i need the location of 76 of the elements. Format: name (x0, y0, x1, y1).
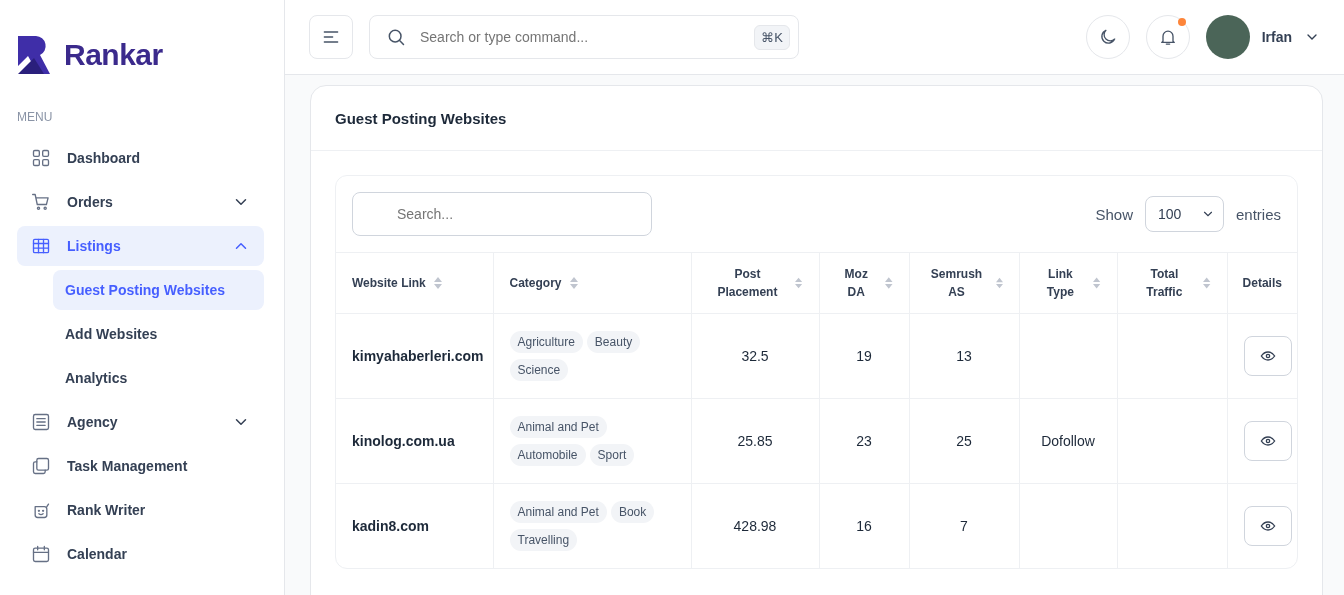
sidebar-item[interactable]: Listings (17, 226, 264, 266)
table-cell: 19 (819, 313, 909, 399)
column-header[interactable]: Category (493, 252, 691, 314)
submenu-item[interactable]: Add Websites (53, 314, 264, 354)
sidebar-item[interactable]: Task Management (17, 446, 264, 486)
column-header[interactable]: Moz DA (819, 252, 909, 314)
category-tag: Automobile (509, 444, 586, 466)
table-cell: 23 (819, 398, 909, 484)
website-cell: kimyahaberleri.com (336, 313, 493, 399)
view-details-button[interactable] (1243, 336, 1292, 376)
sidebar-item[interactable]: Orders (17, 182, 264, 222)
category-tag: Beauty (586, 331, 641, 353)
logo-icon (18, 36, 52, 74)
view-details-button[interactable] (1243, 506, 1292, 546)
search-icon (386, 27, 406, 47)
menu-heading: MENU (17, 110, 54, 124)
category-tag: Animal and Pet (509, 501, 607, 523)
document-icon (31, 412, 51, 432)
category-tag: Travelling (509, 529, 578, 551)
table-icon (31, 236, 51, 256)
cart-icon (31, 192, 51, 212)
table-cell: 13 (909, 313, 1019, 399)
website-cell: kinolog.com.ua (336, 398, 493, 484)
sidebar-item[interactable]: Calendar (17, 534, 264, 574)
submenu-item[interactable]: Guest Posting Websites (53, 270, 264, 310)
calendar-icon (31, 544, 51, 564)
eye-icon (1259, 433, 1276, 449)
sort-icon (795, 277, 803, 289)
eye-icon (1259, 348, 1276, 364)
sort-icon (995, 277, 1003, 289)
eye-icon (1259, 518, 1276, 534)
view-details-button[interactable] (1243, 421, 1292, 461)
notification-button[interactable] (1145, 15, 1190, 59)
user-menu[interactable]: Irfan (1205, 15, 1320, 59)
column-header: Details (1227, 252, 1297, 314)
column-header[interactable]: Total Traffic (1117, 252, 1227, 314)
table-cell: 7 (909, 483, 1019, 568)
table-search-field[interactable]: Search... (352, 192, 652, 236)
column-header[interactable]: Post Placement (691, 252, 819, 314)
menu-button[interactable] (309, 15, 353, 59)
shortcut-key: ⌘K (754, 24, 790, 50)
grid-icon (31, 148, 51, 168)
sort-icon (884, 277, 893, 289)
category-tag: Science (509, 359, 569, 381)
column-header[interactable]: Semrush AS (909, 252, 1019, 314)
category-tag: Agriculture (509, 331, 583, 353)
table-cell: 32.5 (691, 313, 819, 399)
category-tag: Sport (589, 444, 635, 466)
submenu-item[interactable]: Analytics (53, 358, 264, 398)
category-tag: Animal and Pet (509, 416, 607, 438)
search-bar[interactable]: Search or type command... ⌘K (369, 15, 799, 59)
page-size-select[interactable]: 100 (1144, 196, 1224, 232)
table-cell: 25.85 (691, 398, 819, 484)
sort-icon (1203, 277, 1211, 289)
sort-icon (1093, 277, 1101, 289)
table-cell: 25 (909, 398, 1019, 484)
entries-label: entries (1235, 205, 1281, 223)
column-header[interactable]: Website Link (336, 252, 493, 314)
category-tag: Book (610, 501, 655, 523)
table-cell: 428.98 (691, 483, 819, 568)
copy-icon (31, 456, 51, 476)
brand-name: Rankar (64, 38, 163, 72)
sort-icon (569, 277, 578, 289)
website-cell: kadin8.com (336, 483, 493, 568)
sort-icon (433, 277, 442, 289)
sidebar-item[interactable]: Rank Writer (17, 490, 264, 530)
table-cell: 16 (819, 483, 909, 568)
avatar-photo-placeholder (1205, 15, 1250, 59)
dark-mode-button[interactable] (1085, 15, 1130, 59)
link-type-text: Dofollow (1041, 433, 1095, 449)
search-input[interactable]: Search or type command... (418, 28, 743, 46)
column-header[interactable]: Link Type (1019, 252, 1117, 314)
card-title: Guest Posting Websites (335, 109, 507, 127)
sidebar-item[interactable]: Agency (17, 402, 264, 442)
sidebar-item[interactable]: Dashboard (17, 138, 264, 178)
show-label: Show (1095, 205, 1133, 223)
